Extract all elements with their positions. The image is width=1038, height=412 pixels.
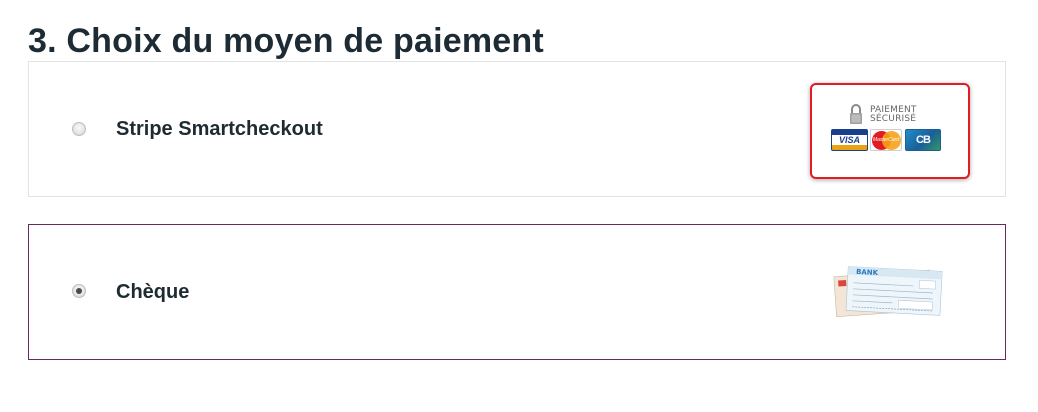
cheque-option-label: Chèque (116, 281, 190, 303)
visa-card-icon: VISA (831, 129, 868, 151)
cb-card-text: CB (916, 134, 931, 146)
section-title: 3. Choix du moyen de paiement (28, 22, 544, 60)
cb-card-icon: CB (905, 129, 941, 151)
payment-option-stripe[interactable]: Stripe Smartcheckout PAIEMENT SÉCURISÉ V… (28, 61, 1006, 197)
payment-option-cheque[interactable]: Chèque BANK (28, 224, 1006, 360)
secure-text-line-2: SÉCURISÉ (870, 114, 917, 124)
cheque-bank-text: BANK (856, 268, 879, 277)
cheque-radio-button[interactable] (72, 284, 86, 298)
radio-selected-dot (76, 288, 82, 294)
secure-payment-badge: PAIEMENT SÉCURISÉ VISA MasterCard CB (810, 83, 970, 179)
visa-card-text: VISA (838, 135, 860, 145)
payment-method-page: 3. Choix du moyen de paiement Stripe Sma… (0, 0, 1038, 412)
mastercard-card-icon: MasterCard (870, 129, 902, 151)
mastercard-card-text: MasterCard (872, 137, 900, 143)
stripe-option-label: Stripe Smartcheckout (116, 118, 323, 140)
padlock-icon (850, 104, 862, 124)
secure-payment-text: PAIEMENT SÉCURISÉ (870, 106, 917, 124)
cheque-image: BANK (833, 266, 943, 318)
stripe-radio-button[interactable] (72, 122, 86, 136)
